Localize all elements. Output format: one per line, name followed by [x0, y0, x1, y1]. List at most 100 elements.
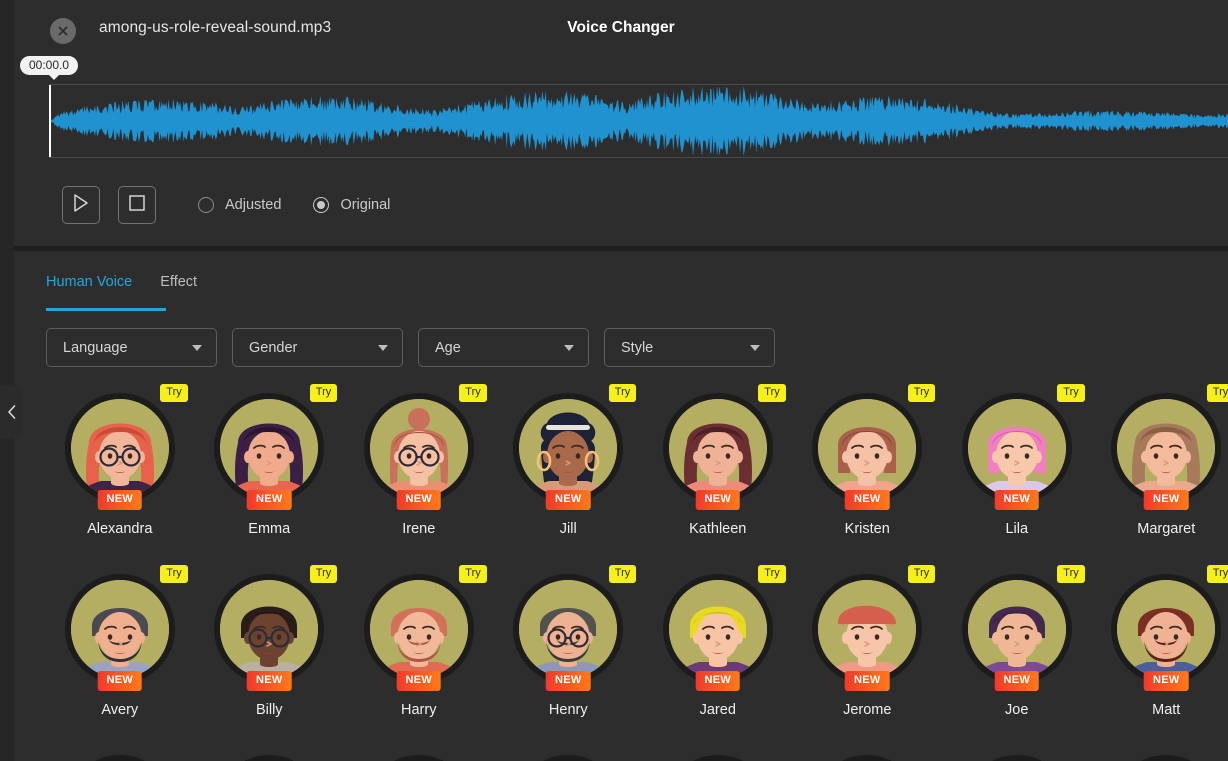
- voice-grid-area[interactable]: Try NEW Alexandra Try NEW Emma Try NEW I…: [14, 382, 1228, 761]
- play-button[interactable]: [62, 186, 100, 224]
- avatar-wrap: [662, 755, 773, 761]
- avatar-wrap: [812, 755, 923, 761]
- avatar-ring: [961, 755, 1072, 761]
- avatar-ring: [662, 755, 773, 761]
- try-badge[interactable]: Try: [309, 565, 338, 583]
- try-badge[interactable]: Try: [459, 384, 487, 402]
- new-badge: NEW: [1143, 671, 1189, 691]
- voice-changer-window: among-us-role-reveal-sound.mp3 Voice Cha…: [0, 0, 1228, 761]
- try-badge[interactable]: Try: [907, 565, 936, 583]
- voice-card[interactable]: Try NEW Billy: [195, 563, 345, 744]
- voice-name: Billy: [255, 702, 283, 718]
- player-panel: among-us-role-reveal-sound.mp3 Voice Cha…: [14, 0, 1228, 246]
- voice-name: Alexandra: [87, 521, 153, 537]
- voice-card[interactable]: [195, 744, 345, 761]
- voice-card[interactable]: Try NEW Jerome: [793, 563, 943, 744]
- voice-card[interactable]: [494, 744, 644, 761]
- voice-card[interactable]: Try NEW Matt: [1092, 563, 1228, 744]
- try-badge[interactable]: Try: [608, 384, 637, 402]
- try-badge[interactable]: Try: [1206, 565, 1228, 583]
- avatar-wrap: Try NEW: [513, 565, 637, 691]
- try-badge[interactable]: Try: [459, 565, 487, 583]
- avatar-wrap: [214, 755, 325, 761]
- voice-card[interactable]: Try NEW Avery: [45, 563, 195, 744]
- radio-original-dot: [313, 197, 330, 213]
- filter-language[interactable]: Language: [46, 328, 217, 367]
- radio-original-label: Original: [340, 197, 391, 213]
- avatar-wrap: Try NEW: [1111, 384, 1228, 510]
- radio-adjusted-dot: [198, 197, 214, 213]
- filter-gender[interactable]: Gender: [232, 328, 403, 367]
- voice-card[interactable]: Try NEW Emma: [195, 382, 345, 563]
- voice-card[interactable]: [793, 744, 943, 761]
- try-badge[interactable]: Try: [758, 384, 786, 402]
- avatar: [369, 399, 468, 497]
- avatar-wrap: Try NEW: [662, 384, 786, 510]
- voice-card[interactable]: Try NEW Kristen: [793, 382, 943, 563]
- voice-name: Irene: [402, 521, 436, 537]
- new-badge: NEW: [246, 490, 292, 510]
- voice-card[interactable]: [643, 744, 793, 761]
- avatar: [70, 580, 169, 678]
- avatar-wrap: Try NEW: [513, 384, 637, 510]
- new-badge: NEW: [844, 671, 890, 691]
- try-badge[interactable]: Try: [1206, 384, 1228, 402]
- avatar: [1117, 580, 1216, 678]
- avatar-wrap: Try NEW: [214, 384, 338, 510]
- try-badge[interactable]: Try: [1057, 384, 1085, 402]
- voice-card[interactable]: Try NEW Lila: [942, 382, 1092, 563]
- waveform[interactable]: [49, 84, 1228, 158]
- voice-name: Jill: [559, 521, 577, 537]
- voice-card[interactable]: [1092, 744, 1228, 761]
- avatar-ring: [64, 755, 175, 761]
- avatar-wrap: Try NEW: [812, 384, 936, 510]
- voice-card[interactable]: [344, 744, 494, 761]
- tab-effect[interactable]: Effect: [160, 270, 197, 303]
- voice-card[interactable]: [45, 744, 195, 761]
- play-icon: [73, 193, 89, 217]
- try-badge[interactable]: Try: [758, 565, 786, 583]
- voice-card[interactable]: [942, 744, 1092, 761]
- filter-age-label: Age: [435, 339, 461, 356]
- try-badge[interactable]: Try: [608, 565, 637, 583]
- voice-card[interactable]: Try NEW Jared: [643, 563, 793, 744]
- file-name: among-us-role-reveal-sound.mp3: [99, 19, 332, 36]
- avatar-wrap: Try NEW: [1111, 565, 1228, 691]
- close-button[interactable]: [50, 18, 76, 44]
- filter-style[interactable]: Style: [604, 328, 775, 367]
- new-badge: NEW: [994, 671, 1040, 691]
- voice-card[interactable]: Try NEW Henry: [494, 563, 644, 744]
- stop-button[interactable]: [118, 186, 156, 224]
- voice-card[interactable]: Try NEW Harry: [344, 563, 494, 744]
- avatar-wrap: Try NEW: [812, 565, 936, 691]
- filter-age[interactable]: Age: [418, 328, 589, 367]
- new-badge: NEW: [396, 671, 442, 691]
- voice-grid: Try NEW Alexandra Try NEW Emma Try NEW I…: [14, 382, 1228, 761]
- avatar-wrap: Try NEW: [214, 565, 338, 691]
- tab-bar: Human Voice Effect: [46, 270, 197, 303]
- voice-card[interactable]: Try NEW Irene: [344, 382, 494, 563]
- avatar: [220, 580, 319, 678]
- voice-card[interactable]: Try NEW Alexandra: [45, 382, 195, 563]
- avatar-ring: [513, 755, 624, 761]
- radio-adjusted[interactable]: Adjusted: [198, 197, 281, 213]
- try-badge[interactable]: Try: [309, 384, 338, 402]
- voice-card[interactable]: Try NEW Joe: [942, 563, 1092, 744]
- voice-card[interactable]: Try NEW Margaret: [1092, 382, 1228, 563]
- avatar-wrap: Try NEW: [961, 565, 1085, 691]
- new-badge: NEW: [994, 490, 1040, 510]
- chevron-down-icon: [192, 344, 202, 351]
- voice-card[interactable]: Try NEW Jill: [494, 382, 644, 563]
- playhead[interactable]: [49, 85, 51, 157]
- voice-card[interactable]: Try NEW Kathleen: [643, 382, 793, 563]
- avatar-wrap: Try NEW: [64, 565, 188, 691]
- radio-original[interactable]: Original: [313, 197, 390, 213]
- avatar-ring: [363, 755, 474, 761]
- tab-human-voice[interactable]: Human Voice: [46, 270, 132, 303]
- try-badge[interactable]: Try: [160, 384, 188, 402]
- try-badge[interactable]: Try: [160, 565, 188, 583]
- tab-active-indicator: [46, 308, 166, 311]
- try-badge[interactable]: Try: [1057, 565, 1085, 583]
- try-badge[interactable]: Try: [907, 384, 936, 402]
- avatar-wrap: [64, 755, 175, 761]
